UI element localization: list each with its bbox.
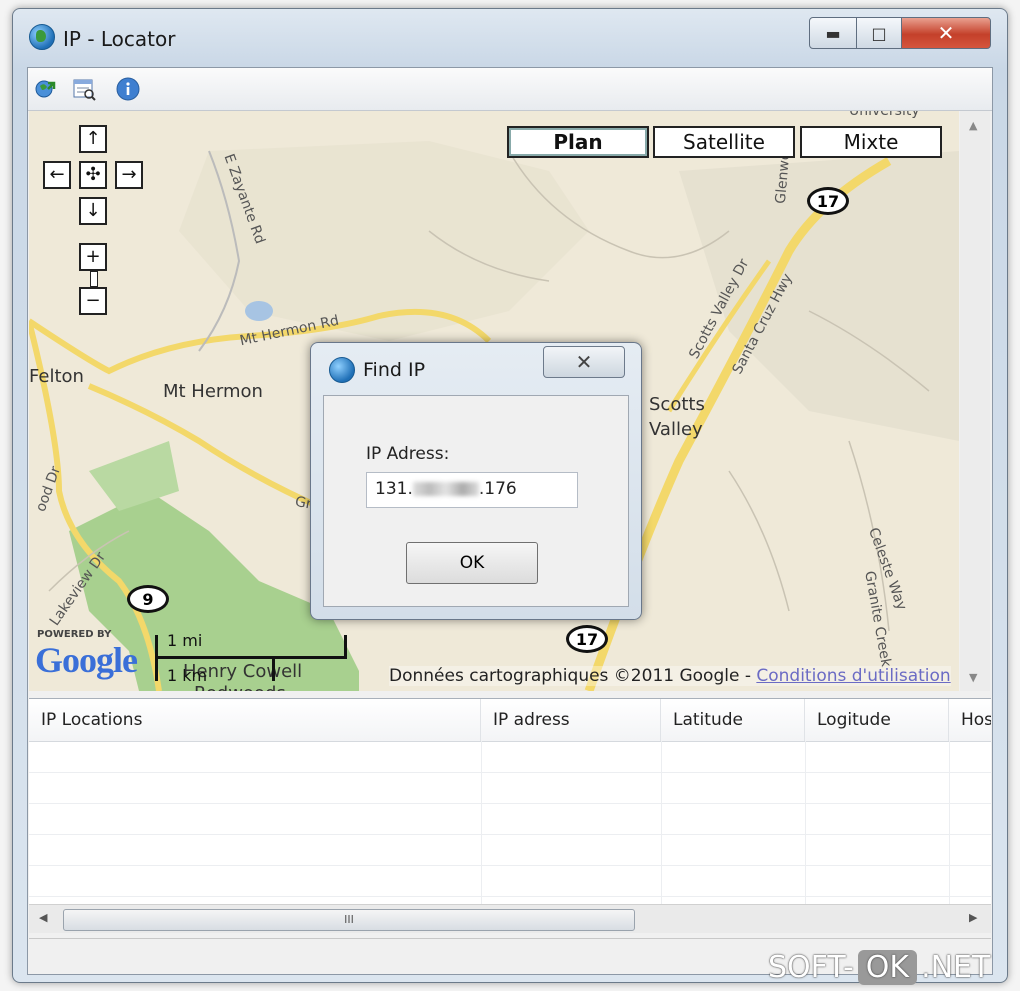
column-divider	[949, 741, 950, 907]
arrow-down-icon: ↓	[85, 200, 101, 221]
minimize-icon: ▬	[825, 23, 841, 43]
road-label: University	[849, 111, 920, 119]
col-header-ip-locations[interactable]: IP Locations	[29, 699, 481, 741]
column-divider	[661, 741, 662, 907]
column-divider	[481, 741, 482, 907]
arrow-up-icon: ↑	[85, 128, 101, 149]
place-label: Valley	[649, 419, 703, 440]
copyright-text: Données cartographiques ©2011 Google -	[389, 666, 751, 686]
report-icon[interactable]	[72, 77, 96, 101]
close-button[interactable]: ✕	[901, 17, 991, 49]
pan-down-button[interactable]: ↓	[79, 197, 107, 225]
app-globe-icon	[329, 357, 355, 383]
watermark: SOFT- OK .NET	[768, 950, 990, 985]
results-table: IP Locations IP adress Latitude Logitude…	[29, 698, 991, 907]
watermark-mid: OK	[857, 950, 918, 985]
arrow-left-icon: ←	[49, 164, 65, 185]
col-header-ip-adress[interactable]: IP adress	[481, 699, 661, 741]
terms-link[interactable]: Conditions d'utilisation	[756, 666, 950, 686]
ip-address-input[interactable]: 131. .176	[366, 472, 578, 508]
table-row[interactable]	[29, 772, 991, 804]
place-label: Scotts	[649, 394, 705, 415]
minimize-button[interactable]: ▬	[809, 17, 857, 49]
find-ip-dialog: Find IP ✕ IP Adress: 131. .176 OK	[310, 342, 642, 620]
close-icon: ✕	[575, 350, 593, 374]
scroll-left-icon[interactable]: ◀	[39, 911, 47, 924]
center-icon: ✣	[85, 164, 101, 185]
maptype-mixte-button[interactable]: Mixte	[800, 126, 942, 158]
locate-icon[interactable]	[34, 77, 58, 101]
maptype-satellite-button[interactable]: Satellite	[653, 126, 795, 158]
zoom-out-button[interactable]: −	[79, 287, 107, 315]
table-row[interactable]	[29, 741, 991, 773]
pan-right-button[interactable]: →	[115, 161, 143, 189]
scroll-right-icon[interactable]: ▶	[969, 911, 977, 924]
dialog-body: IP Adress: 131. .176 OK	[323, 395, 629, 607]
arrow-right-icon: →	[121, 164, 137, 185]
map-copyright: Données cartographiques ©2011 Google - C…	[389, 666, 951, 686]
col-header-logitude[interactable]: Logitude	[805, 699, 949, 741]
title-bar[interactable]: IP - Locator ▬ □ ✕	[13, 9, 1007, 67]
watermark-right: .NET	[921, 950, 991, 985]
google-logo[interactable]: Google	[35, 639, 138, 681]
pan-up-button[interactable]: ↑	[79, 125, 107, 153]
table-header: IP Locations IP adress Latitude Logitude…	[29, 699, 991, 742]
hscroll-thumb[interactable]: III	[63, 909, 635, 931]
ip-address-label: IP Adress:	[366, 444, 450, 464]
place-label: Felton	[29, 366, 84, 387]
window-title: IP - Locator	[63, 27, 176, 51]
col-header-latitude[interactable]: Latitude	[661, 699, 805, 741]
zoom-in-button[interactable]: +	[79, 243, 107, 271]
toolbar	[28, 68, 992, 111]
pan-center-button[interactable]: ✣	[79, 161, 107, 189]
ok-button[interactable]: OK	[406, 542, 538, 584]
col-header-host[interactable]: Hos	[949, 699, 991, 741]
column-divider	[805, 741, 806, 907]
table-hscrollbar[interactable]: ◀ III ▶	[29, 904, 991, 933]
maximize-button[interactable]: □	[856, 17, 902, 49]
info-icon[interactable]	[116, 77, 140, 101]
scale-mi-label: 1 mi	[167, 631, 203, 650]
highway-shield: 17	[807, 187, 849, 215]
maximize-icon: □	[871, 23, 887, 43]
ip-blurred	[412, 482, 479, 496]
zoom-slider-handle[interactable]	[90, 271, 98, 287]
table-row[interactable]	[29, 803, 991, 835]
maptype-plan-button[interactable]: Plan	[507, 126, 649, 158]
plus-icon: +	[85, 246, 101, 267]
map-scrollbar[interactable]: ▲ ▼	[960, 111, 990, 691]
dialog-close-button[interactable]: ✕	[543, 346, 625, 378]
scale-km-label: 1 km	[167, 666, 208, 685]
pan-left-button[interactable]: ←	[43, 161, 71, 189]
scroll-down-icon[interactable]: ▼	[969, 671, 977, 684]
ip-prefix: 131.	[375, 479, 413, 499]
watermark-left: SOFT-	[768, 950, 854, 985]
table-row[interactable]	[29, 834, 991, 866]
minus-icon: −	[85, 290, 101, 311]
ip-suffix: .176	[478, 479, 517, 499]
dialog-title: Find IP	[363, 359, 426, 381]
place-label: Mt Hermon	[163, 381, 263, 402]
scroll-up-icon[interactable]: ▲	[969, 119, 977, 132]
highway-shield: 9	[127, 585, 169, 613]
place-label: Redwoods	[194, 683, 286, 691]
app-globe-icon	[29, 24, 55, 50]
close-icon: ✕	[937, 21, 955, 45]
table-row[interactable]	[29, 865, 991, 897]
highway-shield: 17	[566, 625, 608, 653]
